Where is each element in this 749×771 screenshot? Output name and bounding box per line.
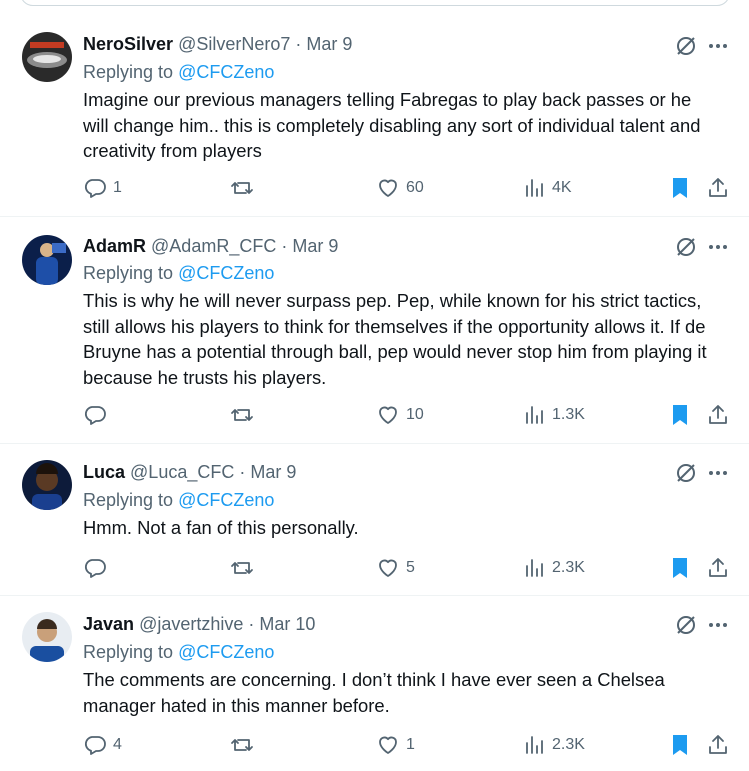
more-icon[interactable] <box>706 34 730 58</box>
reply-count: 4 <box>113 736 122 753</box>
reply-text: The comments are concerning. I don’t thi… <box>83 669 665 716</box>
more-icon[interactable] <box>706 613 730 637</box>
share-icon[interactable] <box>706 176 730 200</box>
grok-icon[interactable] <box>674 235 698 259</box>
like-button[interactable]: 60 <box>376 176 424 200</box>
views-button[interactable]: 2.3K <box>522 733 585 757</box>
bookmark-icon[interactable] <box>668 556 692 580</box>
separator: · <box>295 34 302 54</box>
more-icon[interactable] <box>706 461 730 485</box>
share-icon[interactable] <box>706 733 730 757</box>
reply-button[interactable]: 4 <box>83 733 122 757</box>
post-date[interactable]: Mar 9 <box>292 236 338 256</box>
avatar[interactable] <box>22 460 72 510</box>
replying-to: Replying to @CFCZeno <box>83 642 275 662</box>
like-count: 1 <box>406 736 415 753</box>
reply-icon <box>84 179 106 198</box>
reply-card[interactable]: Luca @Luca_CFC · Mar 9 Replying to @CFCZ… <box>0 444 749 596</box>
author-handle[interactable]: @Luca_CFC <box>130 462 234 482</box>
replying-to: Replying to @CFCZeno <box>83 263 275 283</box>
mention-link[interactable]: @CFCZeno <box>178 642 274 662</box>
like-count: 10 <box>406 406 424 423</box>
views-icon <box>526 179 543 197</box>
share-icon[interactable] <box>706 403 730 427</box>
mention-link[interactable]: @CFCZeno <box>178 263 274 283</box>
avatar[interactable] <box>22 612 72 662</box>
mention-link[interactable]: @CFCZeno <box>178 62 274 82</box>
separator: · <box>239 462 246 482</box>
replying-to: Replying to @CFCZeno <box>83 490 275 510</box>
like-button[interactable]: 1 <box>376 733 415 757</box>
repost-button[interactable] <box>230 733 254 757</box>
heart-icon <box>379 406 397 424</box>
reply-card[interactable]: NeroSilver @SilverNero7 · Mar 9 Replying… <box>0 14 749 217</box>
reply-icon <box>84 559 106 578</box>
bookmark-icon[interactable] <box>668 176 692 200</box>
reply-icon <box>84 736 106 755</box>
reply-button[interactable] <box>83 556 113 580</box>
author-handle[interactable]: @SilverNero7 <box>178 34 290 54</box>
author-name[interactable]: AdamR <box>83 236 146 256</box>
views-count: 4K <box>552 179 572 196</box>
reply-composer-remnant <box>20 0 730 6</box>
separator: · <box>281 236 288 256</box>
repost-icon <box>231 739 253 751</box>
reply-icon <box>84 406 106 425</box>
separator: · <box>248 614 255 634</box>
repost-button[interactable] <box>230 403 254 427</box>
heart-icon <box>379 559 397 577</box>
bookmark-icon[interactable] <box>668 733 692 757</box>
heart-icon <box>379 736 397 754</box>
repost-icon <box>231 182 253 194</box>
reply-button[interactable]: 1 <box>83 176 122 200</box>
more-icon[interactable] <box>706 235 730 259</box>
repost-button[interactable] <box>230 556 254 580</box>
post-date[interactable]: Mar 9 <box>306 34 352 54</box>
author-name[interactable]: Luca <box>83 462 125 482</box>
reply-card[interactable]: AdamR @AdamR_CFC · Mar 9 Replying to @CF… <box>0 217 749 444</box>
repost-button[interactable] <box>230 176 254 200</box>
bookmark-icon[interactable] <box>668 403 692 427</box>
post-date[interactable]: Mar 9 <box>250 462 296 482</box>
like-button[interactable]: 10 <box>376 403 424 427</box>
grok-icon[interactable] <box>674 34 698 58</box>
avatar[interactable] <box>22 32 72 82</box>
views-count: 1.3K <box>552 406 585 423</box>
views-button[interactable]: 4K <box>522 176 572 200</box>
reply-text: Hmm. Not a fan of this personally. <box>83 517 359 538</box>
like-button[interactable]: 5 <box>376 556 415 580</box>
views-icon <box>526 406 543 424</box>
replying-to: Replying to @CFCZeno <box>83 62 275 82</box>
reply-card[interactable]: Javan @javertzhive · Mar 10 Replying to … <box>0 596 749 771</box>
post-date[interactable]: Mar 10 <box>259 614 315 634</box>
views-count: 2.3K <box>552 559 585 576</box>
grok-icon[interactable] <box>674 461 698 485</box>
author-name[interactable]: NeroSilver <box>83 34 173 54</box>
reply-count: 1 <box>113 179 122 196</box>
reply-text: Imagine our previous managers telling Fa… <box>83 89 701 161</box>
avatar[interactable] <box>22 235 72 285</box>
share-icon[interactable] <box>706 556 730 580</box>
reply-button[interactable] <box>83 403 113 427</box>
like-count: 60 <box>406 179 424 196</box>
reply-text: This is why he will never surpass pep. P… <box>83 290 707 388</box>
repost-icon <box>231 409 253 421</box>
mention-link[interactable]: @CFCZeno <box>178 490 274 510</box>
views-icon <box>526 559 543 577</box>
author-handle[interactable]: @AdamR_CFC <box>151 236 276 256</box>
author-name[interactable]: Javan <box>83 614 134 634</box>
repost-icon <box>231 562 253 574</box>
like-count: 5 <box>406 559 415 576</box>
views-button[interactable]: 2.3K <box>522 556 585 580</box>
heart-icon <box>379 179 397 197</box>
views-icon <box>526 736 543 754</box>
author-handle[interactable]: @javertzhive <box>139 614 243 634</box>
views-button[interactable]: 1.3K <box>522 403 585 427</box>
views-count: 2.3K <box>552 736 585 753</box>
grok-icon[interactable] <box>674 613 698 637</box>
